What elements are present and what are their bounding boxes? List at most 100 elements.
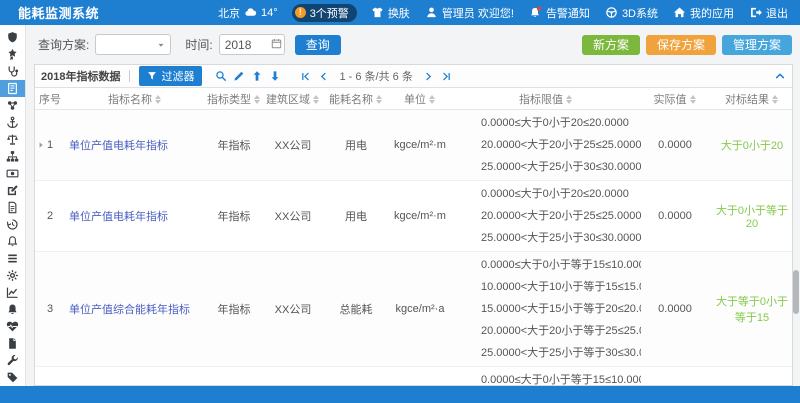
indicator-name-link[interactable]: 单位产值综合能耗年指标 [69, 304, 190, 316]
bell-badge-icon [529, 6, 542, 19]
save-plan-button[interactable]: 保存方案 [646, 35, 716, 55]
arrow-down-icon[interactable] [269, 70, 281, 82]
sort-icon[interactable] [690, 95, 697, 104]
sidebar-item[interactable] [0, 148, 25, 165]
sidebar-item[interactable] [0, 335, 25, 352]
stethoscope-icon [6, 65, 19, 78]
shield-icon [6, 31, 19, 44]
column-header[interactable]: 建筑区域 [263, 88, 323, 110]
filter-button[interactable]: 过滤器 [139, 66, 202, 86]
search-button[interactable]: 查询 [295, 35, 341, 55]
sidebar-item[interactable] [0, 63, 25, 80]
pager-first-icon[interactable] [300, 71, 311, 82]
sort-icon[interactable] [566, 95, 573, 104]
search-icon[interactable] [215, 70, 227, 82]
sidebar-item[interactable] [0, 216, 25, 233]
limit-lines: 0.0000≤大于0小于20≤20.000020.0000<大于20小于25≤2… [451, 183, 641, 249]
building-area: XX公司 [263, 110, 323, 181]
column-header-label: 指标限值 [519, 94, 563, 106]
topbar-menu-item[interactable]: 退出 [749, 5, 788, 21]
table-row[interactable]: 2 单位产值电耗年指标 年指标 XX公司 用电 kgce/m²·m 0.0000… [35, 181, 793, 252]
sidebar-item[interactable] [0, 199, 25, 216]
sidebar-item[interactable] [0, 318, 25, 335]
table-row[interactable]: 1 单位产值电耗年指标 年指标 XX公司 用电 kgce/m²·m 0.0000… [35, 110, 793, 181]
scrollbar-thumb[interactable] [793, 270, 799, 314]
sidebar-item[interactable] [0, 80, 25, 97]
chevron-up-icon[interactable] [774, 70, 786, 82]
building-area: XX公司 [263, 252, 323, 367]
logout-icon [749, 6, 762, 19]
topbar-menu-label: 管理员 欢迎您! [442, 5, 514, 21]
sort-icon[interactable] [254, 95, 261, 104]
sidebar-item[interactable] [0, 182, 25, 199]
sidebar-item[interactable] [0, 46, 25, 63]
new-plan-button[interactable]: 新方案 [582, 35, 640, 55]
row-number: 1 [47, 139, 53, 151]
sidebar-item[interactable] [0, 233, 25, 250]
sidebar-item[interactable] [0, 267, 25, 284]
column-header[interactable]: 单位 [389, 88, 451, 110]
footer-bar [0, 386, 800, 403]
topbar-menu-label: 我的应用 [690, 5, 734, 21]
pager-next-icon[interactable] [423, 71, 434, 82]
manage-plan-button[interactable]: 管理方案 [722, 35, 792, 55]
energy-name: 用电 [323, 181, 389, 252]
topbar-menu-label: 3D系统 [622, 5, 658, 21]
sort-icon[interactable] [429, 95, 436, 104]
sort-icon[interactable] [313, 95, 320, 104]
benchmark-result: 大于0小于等于20 [709, 181, 793, 252]
energy-name: 总能耗 [323, 252, 389, 367]
pager-last-icon[interactable] [441, 71, 452, 82]
topbar-menu-item[interactable]: 告警通知 [529, 5, 590, 21]
topbar-menu-item[interactable]: 我的应用 [673, 5, 734, 21]
share-nodes-icon [6, 99, 19, 112]
sidebar [0, 25, 26, 386]
sort-icon[interactable] [155, 95, 162, 104]
column-header[interactable]: 指标类型 [205, 88, 263, 110]
table-row[interactable]: 0.0000≤大于0小于等于15≤10.0000 [35, 367, 793, 387]
table-body: 1 单位产值电耗年指标 年指标 XX公司 用电 kgce/m²·m 0.0000… [35, 110, 793, 387]
topbar-menu-item[interactable]: 换肤 [371, 5, 410, 21]
time-field [219, 34, 285, 55]
column-header-label: 序号 [39, 94, 61, 106]
sidebar-item[interactable] [0, 165, 25, 182]
sidebar-item[interactable] [0, 250, 25, 267]
topbar-menu-item[interactable]: 3D系统 [605, 5, 658, 21]
column-header[interactable]: 能耗名称 [323, 88, 389, 110]
column-header[interactable]: 对标结果 [709, 88, 793, 110]
table-row[interactable]: 3 单位产值综合能耗年指标 年指标 XX公司 总能耗 kgce/m²·a 0.0… [35, 252, 793, 367]
topbar-menu-item[interactable]: 管理员 欢迎您! [425, 5, 514, 21]
sidebar-item[interactable] [0, 284, 25, 301]
sort-icon[interactable] [376, 95, 383, 104]
topbar-menu-label: 退出 [766, 5, 788, 21]
alert-count-label: 3个预警 [310, 5, 349, 21]
cloud-icon [244, 6, 257, 19]
sidebar-item[interactable] [0, 29, 25, 46]
filter-button-label: 过滤器 [161, 68, 194, 84]
energy-name: 用电 [323, 110, 389, 181]
alert-count-badge[interactable]: ! 3个预警 [292, 4, 357, 22]
calendar-icon[interactable] [271, 38, 282, 49]
indicator-name-link[interactable]: 单位产值电耗年指标 [69, 211, 168, 223]
column-header[interactable]: 序号 [35, 88, 65, 110]
sidebar-item[interactable] [0, 301, 25, 318]
indicator-type: 年指标 [205, 181, 263, 252]
sidebar-item[interactable] [0, 369, 25, 386]
row-number: 3 [47, 303, 53, 315]
brush-icon[interactable] [233, 70, 245, 82]
sort-icon[interactable] [772, 95, 779, 104]
row-expand-icon[interactable] [37, 141, 45, 149]
pager-prev-icon[interactable] [318, 71, 329, 82]
column-header[interactable]: 实际值 [641, 88, 709, 110]
chart-line-icon [6, 286, 19, 299]
sidebar-item[interactable] [0, 114, 25, 131]
sidebar-item[interactable] [0, 352, 25, 369]
column-header[interactable]: 指标名称 [65, 88, 205, 110]
plan-select[interactable] [95, 34, 171, 55]
indicator-name-link[interactable]: 单位产值电耗年指标 [69, 140, 168, 152]
sidebar-item[interactable] [0, 131, 25, 148]
column-header[interactable]: 指标限值 [451, 88, 641, 110]
actual-value [641, 367, 709, 387]
sidebar-item[interactable] [0, 97, 25, 114]
arrow-up-icon[interactable] [251, 70, 263, 82]
